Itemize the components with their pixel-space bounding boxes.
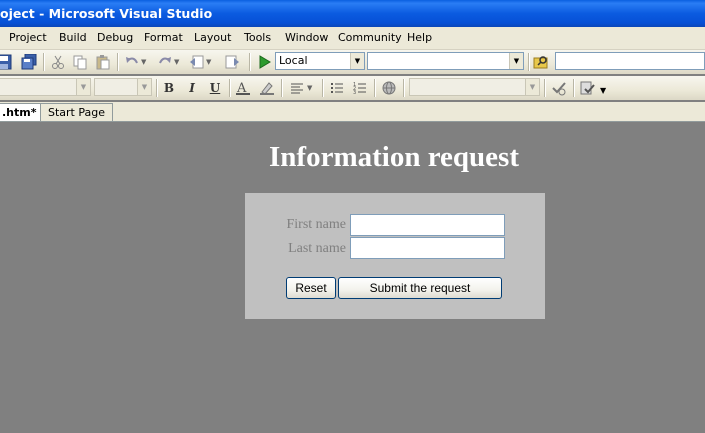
toolbar-separator [117, 53, 119, 71]
request-form: First name Last name Reset Submit the re… [245, 193, 545, 319]
toolbar-separator [249, 53, 251, 71]
last-name-input[interactable] [350, 237, 505, 259]
tab-htm-document[interactable]: .htm* [0, 103, 42, 121]
justify-icon[interactable] [289, 80, 305, 96]
reset-button[interactable]: Reset [286, 277, 336, 299]
find-input[interactable] [555, 52, 705, 70]
chevron-down-icon[interactable]: ▼ [350, 53, 364, 69]
toolbar-separator [156, 79, 158, 97]
menu-layout[interactable]: Layout [194, 27, 231, 49]
menu-bar: Project Build Debug Format Layout Tools … [0, 27, 705, 50]
first-name-input[interactable] [350, 214, 505, 236]
menu-format[interactable]: Format [144, 27, 183, 49]
toolbar-options-icon[interactable]: ▼ [600, 86, 610, 102]
redo-icon[interactable] [157, 54, 173, 70]
solution-configuration-value: Local [279, 54, 308, 67]
menu-debug[interactable]: Debug [97, 27, 133, 49]
cut-icon[interactable] [50, 54, 66, 70]
window-title: oject - Microsoft Visual Studio [0, 6, 213, 21]
check-page-icon[interactable] [579, 80, 595, 96]
save-icon[interactable] [0, 54, 12, 70]
hyperlink-icon[interactable] [381, 80, 397, 96]
chevron-down-icon[interactable]: ▼ [525, 79, 539, 95]
chevron-down-icon[interactable]: ▼ [137, 79, 151, 95]
solution-configuration-combo[interactable]: Local ▼ [275, 52, 365, 70]
menu-project[interactable]: Project [9, 27, 47, 49]
solution-platform-combo[interactable]: ▼ [367, 52, 524, 70]
target-schema-combo[interactable]: ▼ [409, 78, 540, 96]
paste-icon[interactable] [95, 54, 111, 70]
svg-text:3: 3 [353, 90, 356, 96]
standard-toolbar: ▼ ▼ ▼ Local ▼ ▼ [0, 50, 705, 74]
menu-window[interactable]: Window [285, 27, 328, 49]
submit-button[interactable]: Submit the request [338, 277, 502, 299]
menu-tools[interactable]: Tools [244, 27, 271, 49]
italic-button[interactable]: I [184, 80, 200, 96]
navigate-backward-icon[interactable] [189, 54, 205, 70]
undo-dropdown-icon[interactable]: ▼ [141, 54, 149, 70]
highlight-color-icon[interactable] [259, 80, 275, 96]
navigate-forward-icon[interactable] [224, 54, 240, 70]
numbered-list-icon[interactable]: 123 [352, 80, 368, 96]
underline-button[interactable]: U [207, 80, 223, 96]
tab-start-page[interactable]: Start Page [40, 103, 113, 121]
toolbar-separator [544, 79, 546, 97]
title-bar: oject - Microsoft Visual Studio [0, 0, 705, 27]
toolbar-separator [229, 79, 231, 97]
page-heading: Information request [269, 141, 519, 173]
foreground-color-icon[interactable]: A [235, 80, 251, 96]
toolbar-separator [528, 53, 530, 71]
toolbar-separator [281, 79, 283, 97]
check-accessibility-icon[interactable] [551, 80, 567, 96]
bulleted-list-icon[interactable] [329, 80, 345, 96]
font-size-combo[interactable]: ▼ [94, 78, 152, 96]
block-format-combo[interactable]: ▼ [0, 78, 91, 96]
menu-build[interactable]: Build [59, 27, 87, 49]
chevron-down-icon[interactable]: ▼ [509, 53, 523, 69]
start-debugging-icon[interactable] [256, 54, 272, 70]
copy-icon[interactable] [72, 54, 88, 70]
find-in-files-icon[interactable] [533, 54, 549, 70]
document-tab-strip: .htm* Start Page [0, 102, 705, 122]
formatting-toolbar: ▼ ▼ B I U A ▼ 123 ▼ ▼ [0, 76, 705, 100]
redo-dropdown-icon[interactable]: ▼ [174, 54, 182, 70]
menu-community[interactable]: Community [338, 27, 402, 49]
toolbar-separator [573, 79, 575, 97]
toolbar-separator [403, 79, 405, 97]
chevron-down-icon[interactable]: ▼ [76, 79, 90, 95]
toolbar-separator [322, 79, 324, 97]
save-all-icon[interactable] [21, 53, 37, 70]
justify-dropdown-icon[interactable]: ▼ [307, 80, 315, 96]
navigate-dropdown-icon[interactable]: ▼ [206, 54, 214, 70]
first-name-label: First name [286, 217, 347, 232]
bold-button[interactable]: B [161, 80, 177, 96]
undo-icon[interactable] [124, 54, 140, 70]
toolbar-separator [374, 79, 376, 97]
menu-help[interactable]: Help [407, 27, 432, 49]
last-name-label: Last name [288, 241, 346, 256]
toolbar-separator [43, 53, 45, 71]
design-surface[interactable]: Information request First name Last name… [0, 122, 705, 433]
